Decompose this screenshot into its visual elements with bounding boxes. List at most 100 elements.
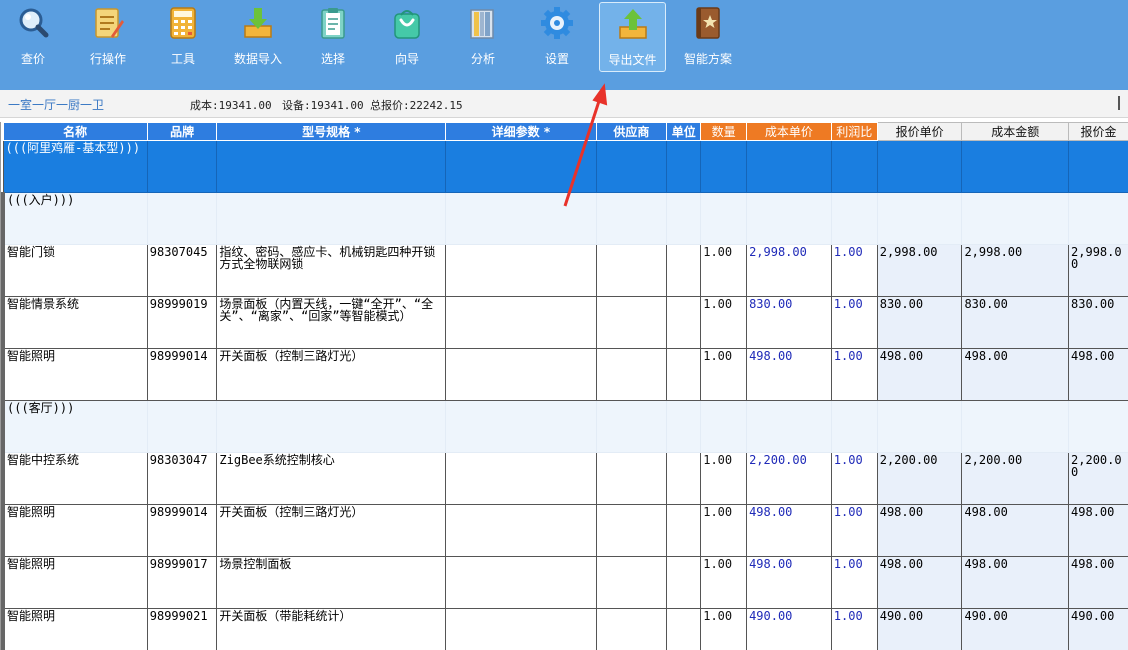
table-cell[interactable] bbox=[961, 400, 1070, 453]
cell-supplier[interactable] bbox=[595, 452, 668, 505]
cell-quote-total[interactable]: 2,200.00 bbox=[1068, 452, 1128, 505]
table-cell[interactable] bbox=[146, 400, 218, 453]
toolbar-button-select[interactable]: 选择 bbox=[310, 0, 356, 72]
cell-brand[interactable]: 98999019 bbox=[146, 296, 218, 349]
column-header-unit-cost[interactable]: 成本单价 bbox=[746, 122, 832, 141]
toolbar-button-settings[interactable]: 设置 bbox=[534, 0, 580, 72]
cell-cost-total[interactable]: 2,998.00 bbox=[961, 244, 1070, 297]
cell-unit-cost[interactable]: 490.00 bbox=[746, 608, 832, 650]
cell-profit-ratio[interactable]: 1.00 bbox=[830, 608, 878, 650]
cell-model[interactable]: 场景面板（内置天线，一键“全开”、“全关”、“离家”、“回家”等智能模式） bbox=[216, 296, 447, 349]
table-cell[interactable] bbox=[666, 400, 702, 453]
section-row[interactable]: (((入户))) bbox=[1, 192, 1128, 245]
toolbar-button-wizard[interactable]: 向导 bbox=[384, 0, 430, 72]
cell-name[interactable]: 智能照明 bbox=[1, 608, 148, 650]
cell-details[interactable] bbox=[445, 348, 597, 401]
table-cell[interactable] bbox=[830, 400, 878, 453]
toolbar-button-row-operation[interactable]: 行操作 bbox=[82, 0, 134, 72]
cell-details[interactable] bbox=[445, 556, 597, 609]
group-title-cell[interactable]: (((阿里鸡雁-基本型))) bbox=[2, 140, 148, 193]
cell-quantity[interactable]: 1.00 bbox=[700, 244, 748, 297]
cell-name[interactable]: 智能照明 bbox=[1, 504, 148, 557]
cell-cost-total[interactable]: 830.00 bbox=[961, 296, 1070, 349]
cell-quote-price[interactable]: 830.00 bbox=[876, 296, 963, 349]
column-header-details[interactable]: 详细参数 * bbox=[445, 122, 597, 141]
cell-quote-total[interactable]: 498.00 bbox=[1068, 556, 1128, 609]
cell-unit-cost[interactable]: 498.00 bbox=[746, 348, 832, 401]
table-cell[interactable] bbox=[961, 140, 1070, 193]
column-header-unit[interactable]: 单位 bbox=[666, 122, 702, 141]
cell-profit-ratio[interactable]: 1.00 bbox=[830, 244, 878, 297]
table-cell[interactable] bbox=[595, 192, 668, 245]
table-cell[interactable] bbox=[876, 192, 963, 245]
table-cell[interactable] bbox=[876, 400, 963, 453]
cell-brand[interactable]: 98307045 bbox=[146, 244, 218, 297]
column-header-quote-total[interactable]: 报价金 bbox=[1068, 122, 1128, 141]
table-cell[interactable] bbox=[1068, 140, 1128, 193]
cell-quantity[interactable]: 1.00 bbox=[700, 608, 748, 650]
cell-unit[interactable] bbox=[666, 296, 702, 349]
table-cell[interactable] bbox=[666, 192, 702, 245]
table-row[interactable]: 智能门锁 98307045 指纹、密码、感应卡、机械钥匙四种开锁方式全物联网锁 1.0… bbox=[1, 244, 1128, 297]
table-row[interactable]: 智能照明 98999014 开关面板（控制三路灯光） 1.00 498.00 1.00 49… bbox=[1, 348, 1128, 401]
cell-cost-total[interactable]: 498.00 bbox=[961, 348, 1070, 401]
table-cell[interactable] bbox=[830, 140, 878, 193]
cell-supplier[interactable] bbox=[595, 504, 668, 557]
table-cell[interactable] bbox=[445, 192, 597, 245]
table-cell[interactable] bbox=[876, 140, 963, 193]
cell-unit[interactable] bbox=[666, 348, 702, 401]
cell-model[interactable]: 开关面板（带能耗统计） bbox=[216, 608, 447, 650]
cell-profit-ratio[interactable]: 1.00 bbox=[830, 452, 878, 505]
table-row[interactable]: 智能照明 98999021 开关面板（带能耗统计） 1.00 490.00 1.00 490… bbox=[1, 608, 1128, 650]
table-cell[interactable] bbox=[146, 192, 218, 245]
cell-quote-price[interactable]: 498.00 bbox=[876, 348, 963, 401]
column-header-profit-ratio[interactable]: 利润比 bbox=[830, 122, 878, 141]
cell-quote-total[interactable]: 830.00 bbox=[1068, 296, 1128, 349]
section-title-cell[interactable]: (((入户))) bbox=[1, 192, 148, 245]
cell-unit[interactable] bbox=[666, 608, 702, 650]
toolbar-button-price-check[interactable]: 查价 bbox=[10, 0, 56, 72]
cell-quantity[interactable]: 1.00 bbox=[700, 452, 748, 505]
table-cell[interactable] bbox=[700, 140, 748, 193]
cell-unit-cost[interactable]: 2,998.00 bbox=[746, 244, 832, 297]
column-header-supplier[interactable]: 供应商 bbox=[595, 122, 668, 141]
cell-model[interactable]: ZigBee系统控制核心 bbox=[216, 452, 447, 505]
cell-name[interactable]: 智能中控系统 bbox=[1, 452, 148, 505]
cell-quote-price[interactable]: 498.00 bbox=[876, 556, 963, 609]
cell-unit[interactable] bbox=[666, 504, 702, 557]
section-title-cell[interactable]: (((客厅))) bbox=[1, 400, 148, 453]
column-header-quantity[interactable]: 数量 bbox=[700, 122, 748, 141]
cell-model[interactable]: 指纹、密码、感应卡、机械钥匙四种开锁方式全物联网锁 bbox=[216, 244, 447, 297]
cell-name[interactable]: 智能照明 bbox=[1, 348, 148, 401]
table-cell[interactable] bbox=[216, 400, 447, 453]
cell-profit-ratio[interactable]: 1.00 bbox=[830, 504, 878, 557]
table-row[interactable]: 智能中控系统 98303047 ZigBee系统控制核心 1.00 2,200.00 1.… bbox=[1, 452, 1128, 505]
cell-name[interactable]: 智能情景系统 bbox=[1, 296, 148, 349]
cell-details[interactable] bbox=[445, 504, 597, 557]
table-cell[interactable] bbox=[666, 140, 702, 193]
cell-unit-cost[interactable]: 2,200.00 bbox=[746, 452, 832, 505]
cell-quote-price[interactable]: 2,998.00 bbox=[876, 244, 963, 297]
table-cell[interactable] bbox=[216, 192, 447, 245]
cell-supplier[interactable] bbox=[595, 556, 668, 609]
group-row[interactable]: (((阿里鸡雁-基本型))) bbox=[2, 140, 1128, 193]
cell-quote-price[interactable]: 498.00 bbox=[876, 504, 963, 557]
cell-details[interactable] bbox=[445, 452, 597, 505]
cell-details[interactable] bbox=[445, 244, 597, 297]
table-cell[interactable] bbox=[595, 140, 668, 193]
table-cell[interactable] bbox=[746, 192, 832, 245]
column-header-cost-total[interactable]: 成本金额 bbox=[961, 122, 1070, 141]
table-row[interactable]: 智能情景系统 98999019 场景面板（内置天线，一键“全开”、“全关”、“离家”… bbox=[1, 296, 1128, 349]
cell-model[interactable]: 开关面板（控制三路灯光） bbox=[216, 348, 447, 401]
cell-quote-price[interactable]: 490.00 bbox=[876, 608, 963, 650]
table-cell[interactable] bbox=[746, 140, 832, 193]
table-cell[interactable] bbox=[445, 400, 597, 453]
column-header-model[interactable]: 型号规格 * bbox=[216, 122, 447, 141]
table-cell[interactable] bbox=[216, 140, 447, 193]
table-cell[interactable] bbox=[595, 400, 668, 453]
table-cell[interactable] bbox=[700, 192, 748, 245]
column-header-quote-price[interactable]: 报价单价 bbox=[876, 122, 963, 141]
cell-quantity[interactable]: 1.00 bbox=[700, 296, 748, 349]
cell-quote-total[interactable]: 490.00 bbox=[1068, 608, 1128, 650]
cell-quantity[interactable]: 1.00 bbox=[700, 348, 748, 401]
